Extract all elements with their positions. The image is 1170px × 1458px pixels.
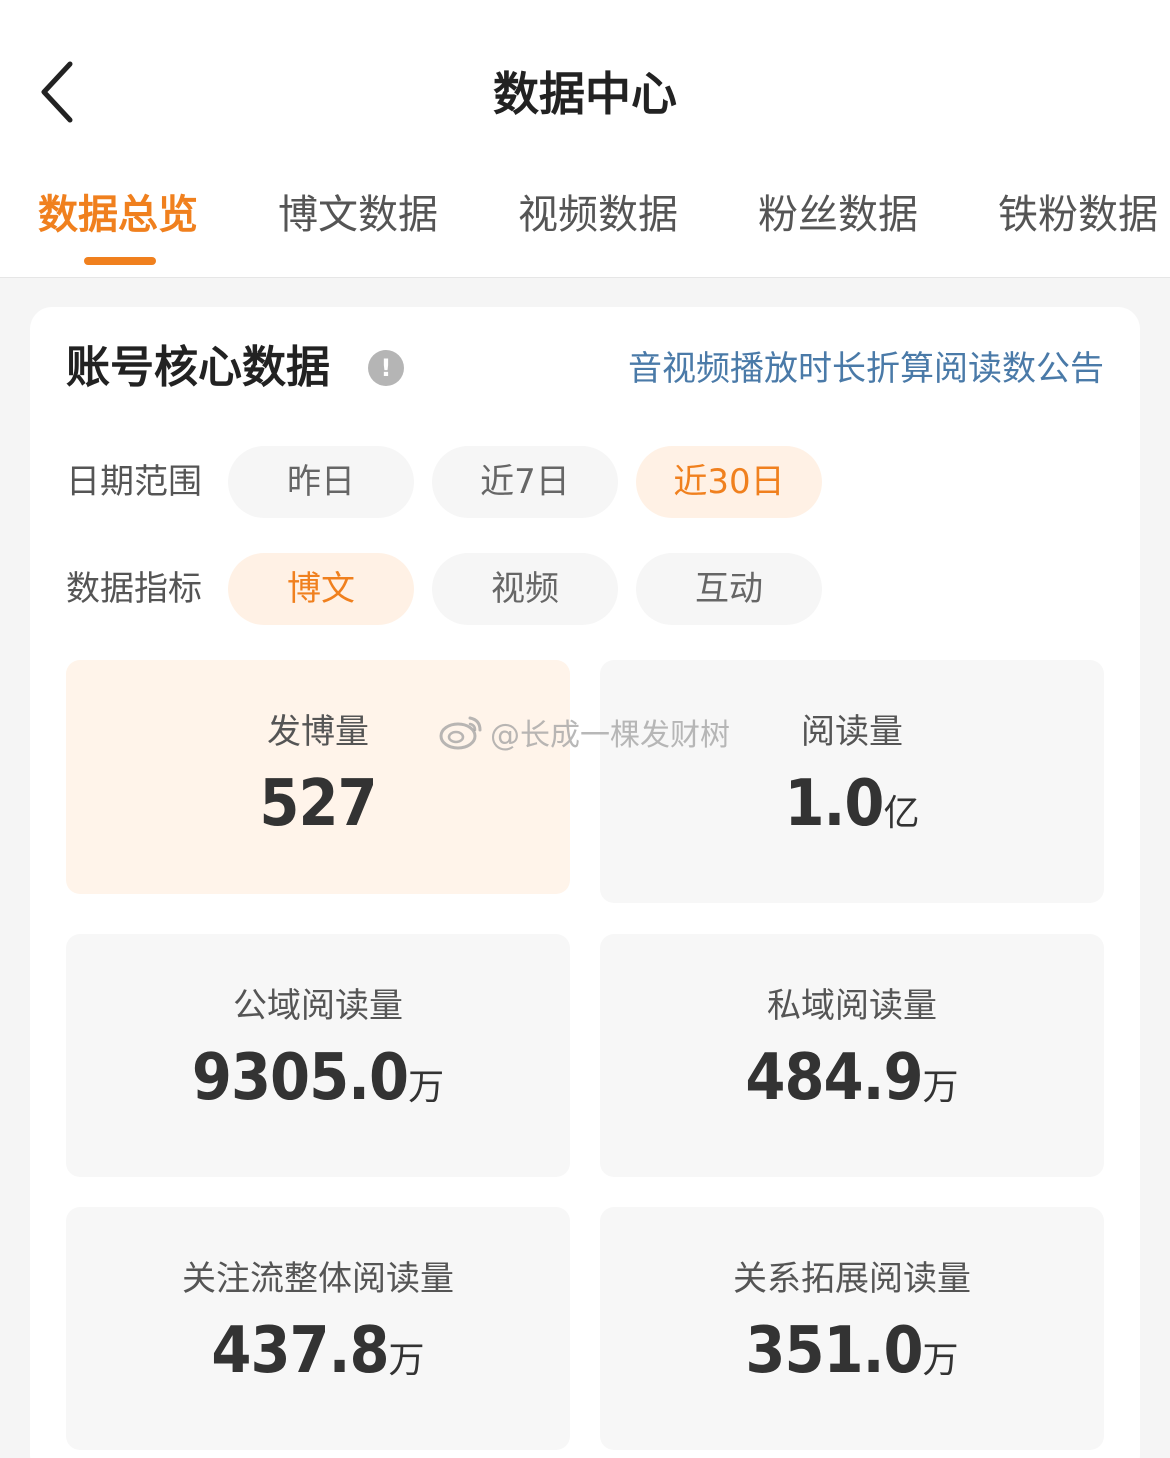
watermark: @长成一棵发财树 bbox=[438, 712, 730, 753]
tab-posts[interactable]: 博文数据 bbox=[278, 180, 438, 270]
metric-label: 公域阅读量 bbox=[233, 986, 403, 1026]
metric-value: 437.8 bbox=[211, 1314, 389, 1388]
metric-value-line: 484.9万 bbox=[600, 1042, 1104, 1130]
metric-value: 1.0 bbox=[784, 767, 884, 841]
weibo-logo-icon bbox=[439, 716, 482, 750]
metric-chip-posts[interactable]: 博文 bbox=[228, 553, 414, 625]
metric-unit: 万 bbox=[388, 1340, 425, 1381]
date-chip-yesterday[interactable]: 昨日 bbox=[228, 446, 414, 518]
metric-value-line: 1.0亿 bbox=[600, 768, 1104, 856]
active-tab-indicator bbox=[84, 257, 156, 265]
metric-relation-expansion-reads[interactable]: 关系拓展阅读量 351.0万 bbox=[600, 1207, 1104, 1450]
metric-type-label: 数据指标 bbox=[66, 569, 202, 609]
metric-value-line: 9305.0万 bbox=[66, 1042, 570, 1130]
metric-unit: 亿 bbox=[883, 793, 920, 834]
tab-fans[interactable]: 粉丝数据 bbox=[758, 180, 918, 270]
page-title: 数据中心 bbox=[493, 67, 677, 121]
metric-chip-interaction[interactable]: 互动 bbox=[636, 553, 822, 625]
date-chip-7-days[interactable]: 近7日 bbox=[432, 446, 618, 518]
date-chip-30-days[interactable]: 近30日 bbox=[636, 446, 822, 518]
metric-post-count[interactable]: 发博量 527 bbox=[66, 660, 570, 894]
watermark-text: @长成一棵发财树 bbox=[490, 718, 730, 753]
metric-type-row: 数据指标 博文 视频 互动 bbox=[66, 553, 866, 625]
metric-value-line: 351.0万 bbox=[600, 1315, 1104, 1403]
tab-videos[interactable]: 视频数据 bbox=[518, 180, 678, 270]
info-icon[interactable]: ! bbox=[368, 350, 404, 386]
tab-iron-fans[interactable]: 铁粉数据 bbox=[998, 180, 1158, 270]
metric-follow-feed-reads[interactable]: 关注流整体阅读量 437.8万 bbox=[66, 1207, 570, 1450]
date-range-row: 日期范围 昨日 近7日 近30日 bbox=[66, 446, 866, 518]
metric-label: 关系拓展阅读量 bbox=[733, 1259, 971, 1299]
metric-unit: 万 bbox=[408, 1067, 445, 1108]
data-center-page: 数据中心 数据总览 博文数据 视频数据 粉丝数据 铁粉数据 账号核心数据 ! 音… bbox=[0, 0, 1170, 1458]
metric-value-line: 527 bbox=[66, 768, 570, 856]
metric-value: 351.0 bbox=[745, 1314, 923, 1388]
metric-value: 9305.0 bbox=[191, 1041, 409, 1115]
card-title: 账号核心数据 bbox=[66, 342, 330, 393]
metric-value: 484.9 bbox=[745, 1041, 923, 1115]
metric-label: 关注流整体阅读量 bbox=[182, 1259, 454, 1299]
metric-read-count[interactable]: 阅读量 1.0亿 bbox=[600, 660, 1104, 903]
core-data-card: 账号核心数据 ! 音视频播放时长折算阅读数公告 日期范围 昨日 近7日 近30日… bbox=[30, 307, 1140, 1458]
metric-public-reads[interactable]: 公域阅读量 9305.0万 bbox=[66, 934, 570, 1177]
notice-link[interactable]: 音视频播放时长折算阅读数公告 bbox=[628, 343, 1104, 395]
metric-chip-video[interactable]: 视频 bbox=[432, 553, 618, 625]
date-range-label: 日期范围 bbox=[66, 462, 202, 502]
metric-private-reads[interactable]: 私域阅读量 484.9万 bbox=[600, 934, 1104, 1177]
metric-label: 私域阅读量 bbox=[767, 986, 937, 1026]
metric-unit: 万 bbox=[922, 1067, 959, 1108]
tab-bar: 数据总览 博文数据 视频数据 粉丝数据 铁粉数据 bbox=[0, 180, 1170, 270]
metric-value: 527 bbox=[259, 767, 377, 841]
top-bar: 数据中心 数据总览 博文数据 视频数据 粉丝数据 铁粉数据 bbox=[0, 0, 1170, 278]
metric-unit: 万 bbox=[922, 1340, 959, 1381]
metric-value-line: 437.8万 bbox=[66, 1315, 570, 1403]
